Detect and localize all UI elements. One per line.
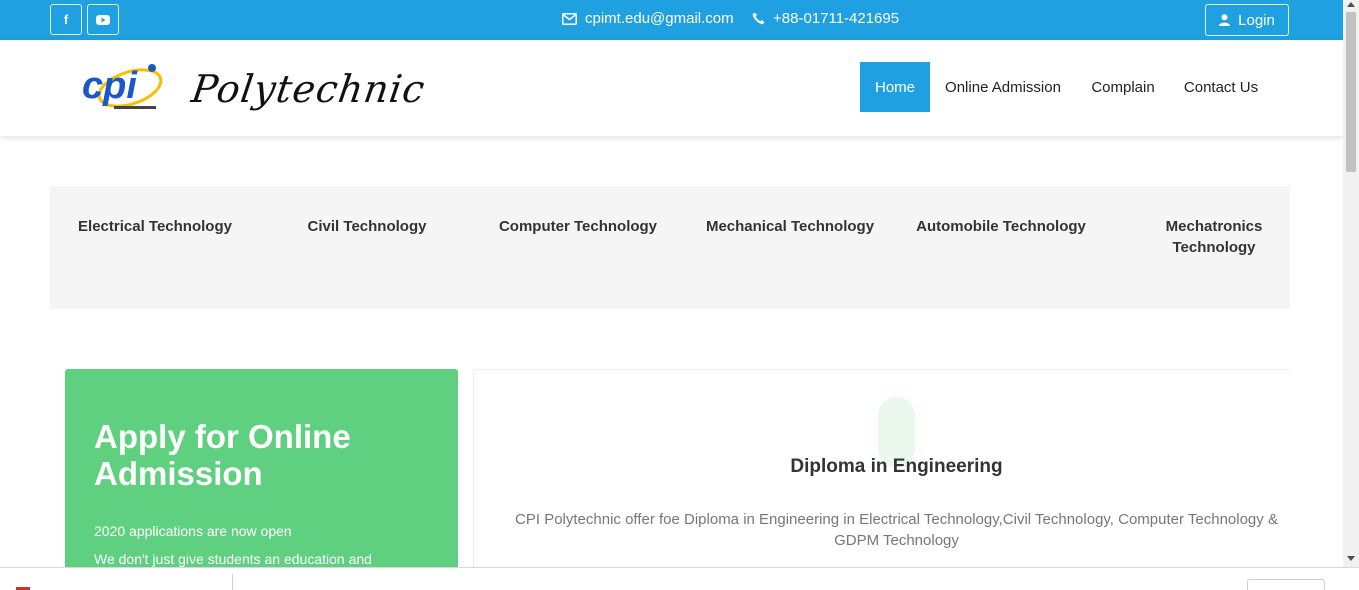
site-logo[interactable]: cpi Polytechnic xyxy=(80,58,428,120)
login-button[interactable]: Login xyxy=(1205,4,1289,36)
apply-online-card[interactable]: Apply for Online Admission 2020 applicat… xyxy=(65,369,458,590)
top-bar: f cpimt.edu@gmail.com +88-01711-421695 L… xyxy=(0,0,1343,40)
vertical-scrollbar[interactable] xyxy=(1343,0,1359,567)
scroll-up-icon[interactable] xyxy=(1347,2,1355,7)
tech-civil[interactable]: Civil Technology xyxy=(267,216,467,237)
youtube-glyph xyxy=(96,14,110,25)
tech-mechatronics[interactable]: Mechatronics Technology xyxy=(1128,216,1300,258)
nav-online-admission[interactable]: Online Admission xyxy=(940,62,1066,112)
nav-contact-us[interactable]: Contact Us xyxy=(1176,62,1266,112)
scroll-down-icon[interactable] xyxy=(1347,556,1355,561)
tech-mechanical[interactable]: Mechanical Technology xyxy=(690,216,890,237)
user-icon xyxy=(1219,14,1231,26)
email-text: cpimt.edu@gmail.com xyxy=(585,10,734,27)
envelope-icon xyxy=(562,12,577,25)
technology-strip: Electrical Technology Civil Technology C… xyxy=(50,186,1290,309)
apply-intro-text: We don't just give students an education… xyxy=(94,551,372,567)
apply-open-text: 2020 applications are now open xyxy=(94,523,292,539)
phone-icon xyxy=(752,12,765,25)
page: f cpimt.edu@gmail.com +88-01711-421695 L… xyxy=(0,0,1359,590)
apply-title: Apply for Online Admission xyxy=(94,418,351,492)
nav-home[interactable]: Home xyxy=(860,62,930,112)
diploma-card: Diploma in Engineering CPI Polytechnic o… xyxy=(473,369,1290,590)
phone-text: +88-01711-421695 xyxy=(773,10,900,27)
facebook-icon[interactable]: f xyxy=(50,4,82,35)
tech-computer[interactable]: Computer Technology xyxy=(478,216,678,237)
phone-contact[interactable]: +88-01711-421695 xyxy=(752,10,899,27)
login-label: Login xyxy=(1238,11,1275,29)
bottom-divider xyxy=(232,574,233,590)
diploma-title: Diploma in Engineering xyxy=(790,456,1003,477)
diploma-description: CPI Polytechnic offer foe Diploma in Eng… xyxy=(515,511,1278,549)
logo-wordmark: Polytechnic xyxy=(188,67,429,111)
logo-mark-text: cpi xyxy=(82,65,138,107)
scrollbar-thumb[interactable] xyxy=(1346,12,1356,172)
site-header: cpi Polytechnic Home Online Admission Co… xyxy=(0,40,1343,136)
bottom-bar-button[interactable] xyxy=(1247,579,1325,590)
cpi-logo-mark: cpi xyxy=(80,58,170,120)
tech-automobile[interactable]: Automobile Technology xyxy=(901,216,1101,237)
email-contact[interactable]: cpimt.edu@gmail.com xyxy=(562,10,734,27)
nav-complain[interactable]: Complain xyxy=(1082,62,1164,112)
tech-electrical[interactable]: Electrical Technology xyxy=(55,216,255,237)
bottom-bar xyxy=(0,567,1359,590)
youtube-icon[interactable] xyxy=(87,4,119,35)
